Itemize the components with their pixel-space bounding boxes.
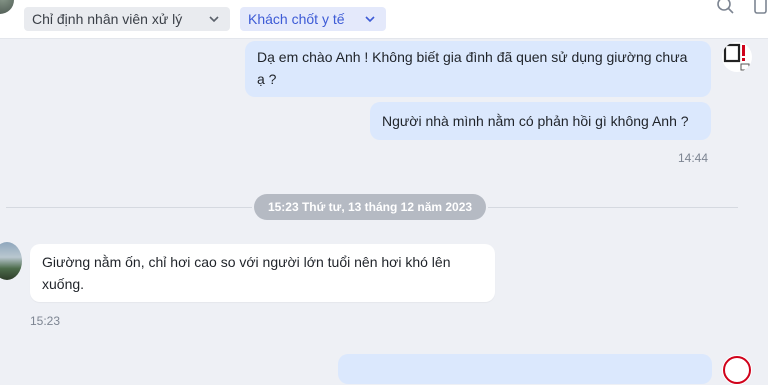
date-separator: 15:23 Thứ tư, 13 tháng 12 năm 2023 [254,194,486,220]
assign-staff-dropdown[interactable]: Chỉ định nhân viên xử lý [24,7,230,31]
chevron-down-icon [209,16,219,23]
phone-icon[interactable] [752,0,768,16]
agent-avatar [722,42,752,72]
message-time: 14:44 [678,151,709,165]
agent-logo-icon [723,43,750,71]
message-outgoing[interactable]: Người nhà mình nằm có phản hồi gì không … [370,102,711,140]
message-outgoing-partial[interactable] [338,354,712,384]
divider [6,207,252,208]
divider [488,207,738,208]
customer-tag-label: Khách chốt y tế [248,11,345,27]
message-outgoing[interactable]: Dạ em chào Anh ! Không biết gia đình đã … [245,41,711,97]
chevron-down-icon [365,16,375,23]
customer-tag-dropdown[interactable]: Khách chốt y tế [240,7,386,31]
message-time: 15:23 [30,314,61,328]
agent-logo-icon [723,356,751,384]
message-incoming[interactable]: Giường nằm ốn, chỉ hơi cao so với người … [30,244,495,302]
customer-avatar[interactable] [0,242,22,280]
search-icon[interactable] [716,0,736,16]
customer-avatar-top[interactable] [0,0,14,14]
top-toolbar: Chỉ định nhân viên xử lý Khách chốt y tế [0,0,768,39]
agent-avatar [722,355,752,385]
assign-staff-label: Chỉ định nhân viên xử lý [32,11,183,27]
